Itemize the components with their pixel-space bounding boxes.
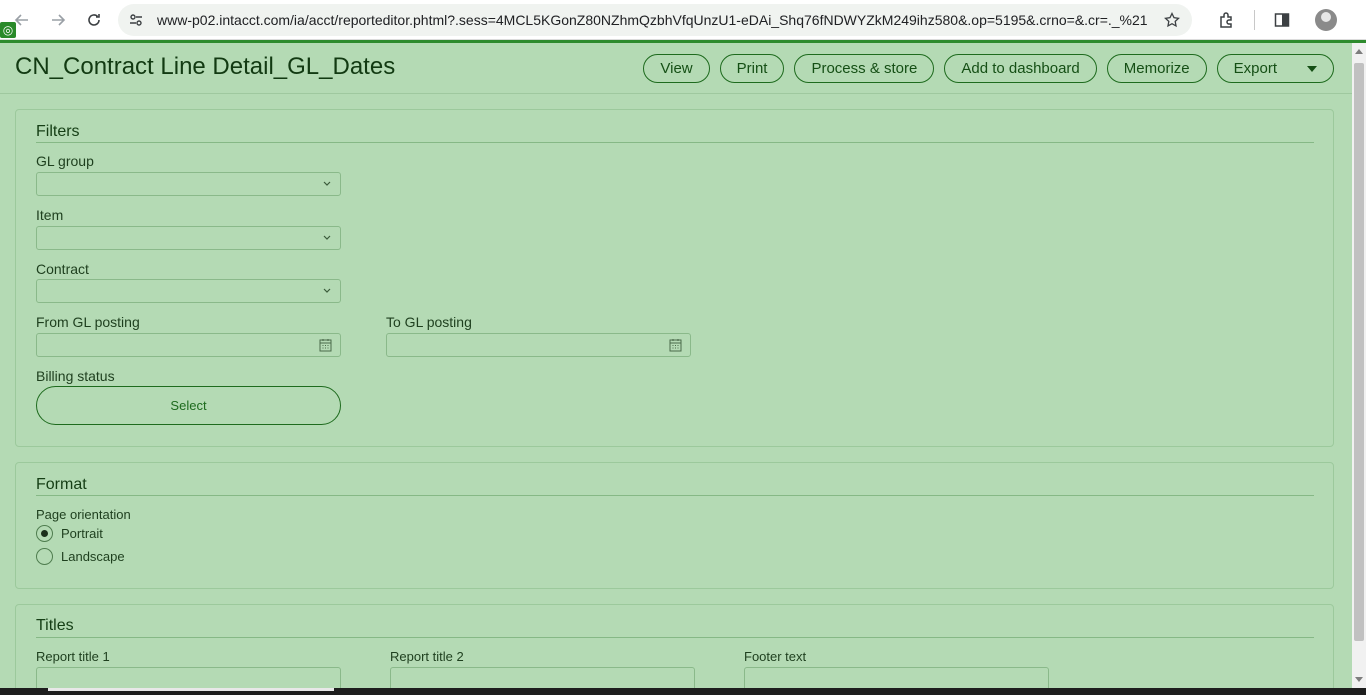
radio-selected-dot [41,530,48,537]
format-divider [36,495,1314,496]
radio-landscape-control[interactable] [36,548,53,565]
contract-label: Contract [36,261,89,277]
site-info-icon[interactable] [128,12,144,28]
item-label: Item [36,207,64,223]
page-title: CN_Contract Line Detail_GL_Dates [15,53,396,80]
scroll-up-icon[interactable] [1355,49,1363,54]
report-title-2-label: Report title 2 [390,649,464,664]
taskbar-active-indicator [48,688,334,691]
billing-status-label: Billing status [36,368,115,384]
add-to-dashboard-button[interactable]: Add to dashboard [944,54,1097,83]
radio-portrait-label: Portrait [61,526,103,541]
gl-group-label: GL group [36,153,94,169]
from-gl-posting-label: From GL posting [36,314,140,330]
report-header: CN_Contract Line Detail_GL_Dates View Pr… [0,43,1352,94]
filters-heading: Filters [36,123,80,140]
extensions-icon[interactable] [1210,3,1244,37]
radio-landscape-label: Landscape [61,549,125,564]
contract-select[interactable] [36,279,341,303]
titles-divider [36,637,1314,638]
export-label: Export [1233,60,1277,77]
filters-divider [36,142,1314,143]
browser-toolbar: www-p02.intacct.com/ia/acct/reporteditor… [0,0,1366,40]
titles-panel: Titles Report title 1 Report title 2 Foo… [15,604,1334,695]
radio-portrait-control[interactable] [36,525,53,542]
extension-badge-icon[interactable]: ◎ [0,22,16,38]
print-button[interactable]: Print [719,54,785,83]
radio-portrait[interactable]: Portrait [36,525,103,542]
calendar-icon[interactable] [669,338,682,352]
action-bar: View Print Process & store Add to dashbo… [633,54,1334,83]
process-store-button[interactable]: Process & store [794,54,935,83]
gl-group-select[interactable] [36,172,341,196]
calendar-icon[interactable] [319,338,332,352]
titles-heading: Titles [36,617,74,634]
reload-icon[interactable] [76,2,112,38]
profile-avatar[interactable] [1309,3,1343,37]
view-button[interactable]: View [643,54,710,83]
forward-arrow-icon[interactable] [40,2,76,38]
billing-status-select-button[interactable]: Select [36,386,341,425]
address-bar[interactable]: www-p02.intacct.com/ia/acct/reporteditor… [118,4,1192,36]
report-title-1-label: Report title 1 [36,649,110,664]
footer-text-label: Footer text [744,649,807,664]
scrollbar-thumb[interactable] [1354,63,1364,641]
menu-kebab-icon[interactable] [1353,3,1366,37]
toolbar-divider [1254,10,1255,30]
chevron-down-icon [323,235,331,240]
vertical-scrollbar[interactable] [1352,43,1366,688]
to-gl-posting-field[interactable] [386,333,691,357]
export-button[interactable]: Export [1216,54,1334,83]
caret-down-icon [1307,65,1317,72]
format-panel: Format Page orientation Portrait Landsca… [15,462,1334,589]
from-gl-posting-field[interactable] [36,333,341,357]
page-orientation-label: Page orientation [36,507,131,522]
url-text: www-p02.intacct.com/ia/acct/reporteditor… [157,12,1147,28]
radio-landscape[interactable]: Landscape [36,548,125,565]
side-panel-icon[interactable] [1265,3,1299,37]
scroll-down-icon[interactable] [1355,677,1363,682]
format-heading: Format [36,476,87,493]
chevron-down-icon [323,288,331,293]
filters-panel: Filters GL group Item Contract From GL p… [15,109,1334,447]
item-select[interactable] [36,226,341,250]
to-gl-posting-label: To GL posting [386,314,472,330]
chevron-down-icon [323,181,331,186]
memorize-button[interactable]: Memorize [1106,54,1207,83]
bookmark-star-icon[interactable] [1164,12,1180,28]
